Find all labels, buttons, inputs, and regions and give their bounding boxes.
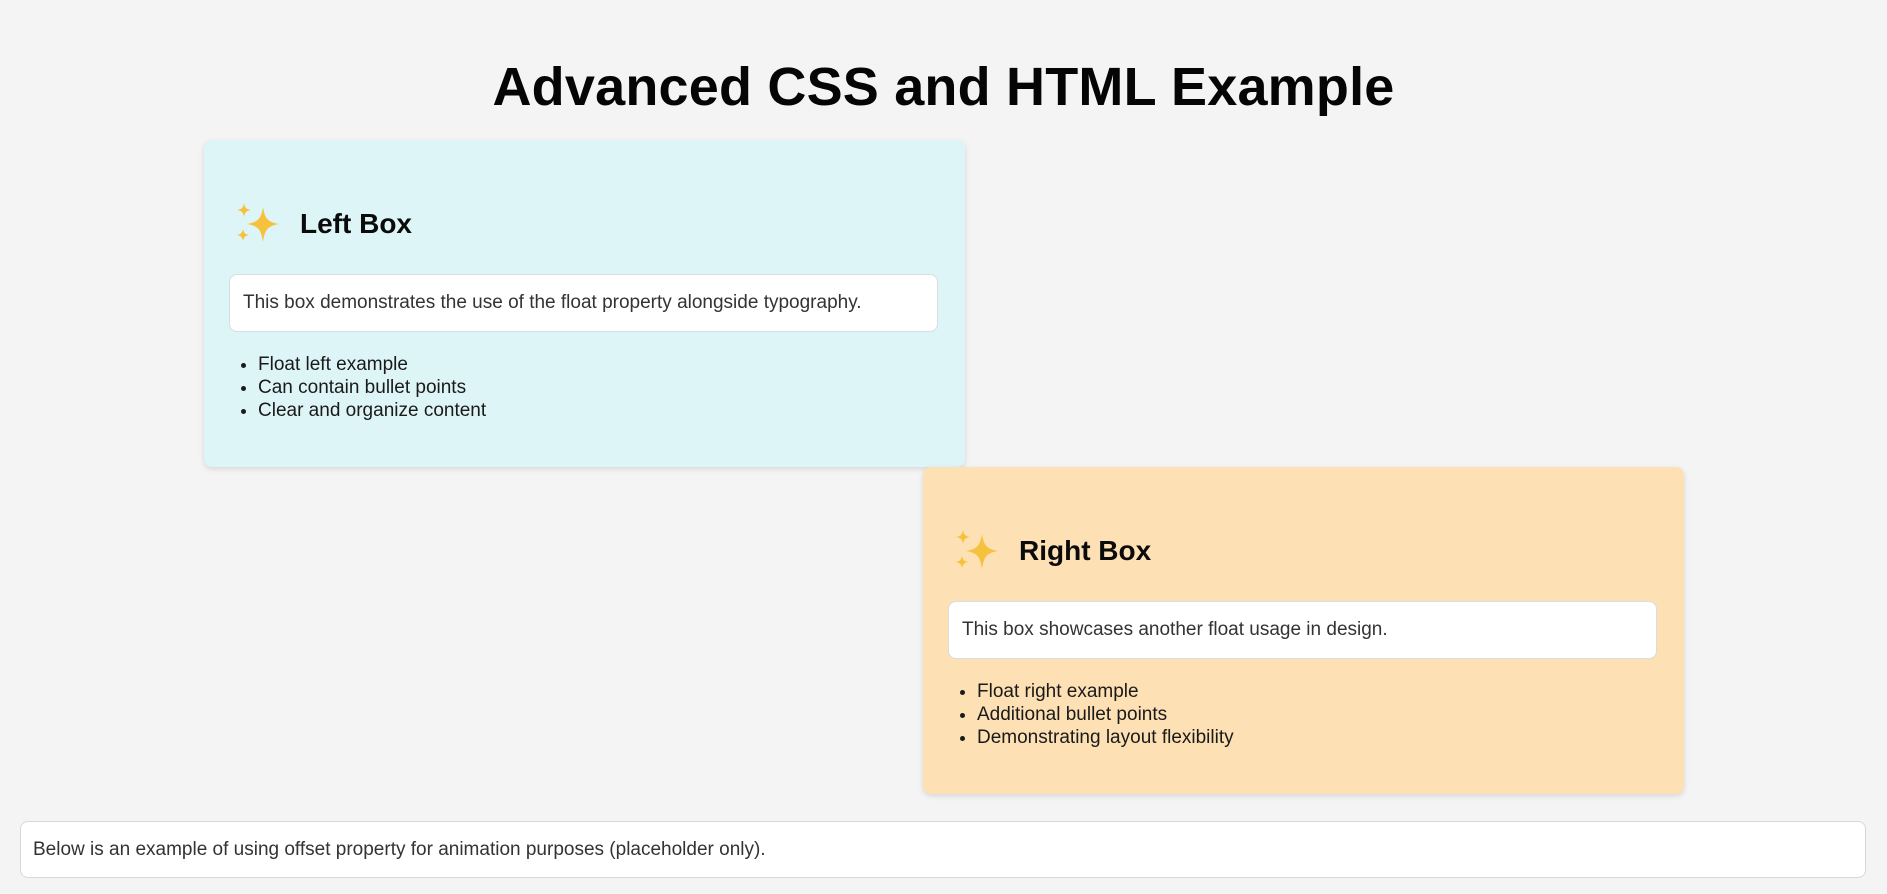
page-title: Advanced CSS and HTML Example [492, 57, 1395, 117]
sparkles-icon [237, 203, 279, 242]
list-item: Float left example [258, 353, 486, 376]
right-box-description: This box showcases another float usage i… [948, 601, 1657, 659]
left-box-list: Float left example Can contain bullet po… [229, 353, 486, 422]
left-box-header: Left Box [232, 198, 412, 250]
footer-note: Below is an example of using offset prop… [20, 821, 1866, 878]
left-box: Left Box This box demonstrates the use o… [204, 140, 965, 467]
sparkles-icon [956, 530, 998, 569]
list-item: Clear and organize content [258, 399, 486, 422]
right-box-title: Right Box [1019, 535, 1152, 566]
right-box-list: Float right example Additional bullet po… [948, 680, 1234, 749]
right-box: Right Box This box showcases another flo… [923, 467, 1684, 794]
list-item: Demonstrating layout flexibility [977, 726, 1234, 749]
left-box-title: Left Box [300, 208, 412, 239]
right-box-header: Right Box [951, 525, 1151, 577]
list-item: Additional bullet points [977, 703, 1234, 726]
left-box-description: This box demonstrates the use of the flo… [229, 274, 938, 332]
list-item: Can contain bullet points [258, 376, 486, 399]
list-item: Float right example [977, 680, 1234, 703]
